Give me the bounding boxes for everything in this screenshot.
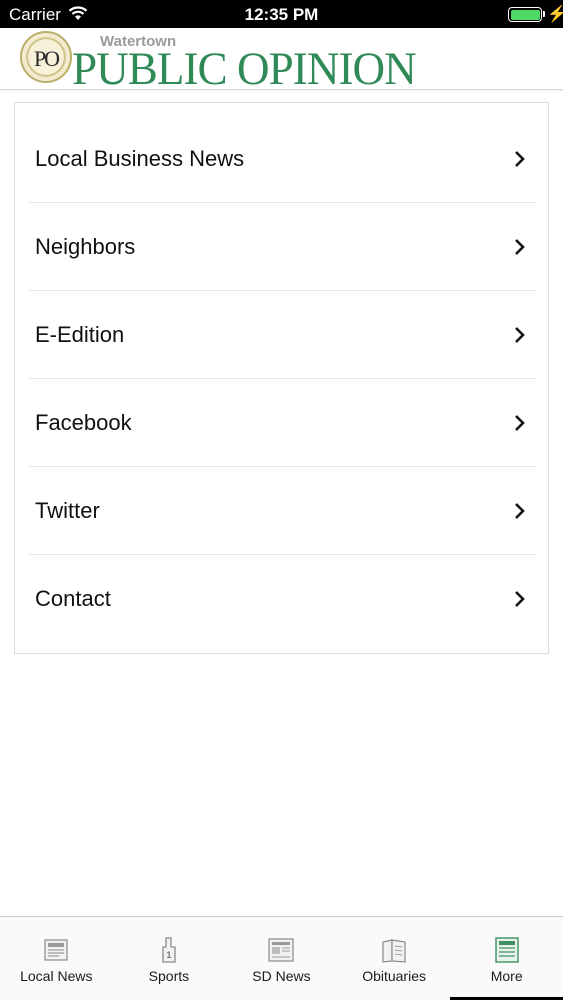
menu-item-label: E-Edition xyxy=(35,322,125,347)
menu-item-label: Facebook xyxy=(35,410,132,435)
chevron-right-icon xyxy=(515,503,525,519)
chevron-right-icon xyxy=(515,151,525,167)
menu-item-label: Local Business News xyxy=(35,146,245,171)
battery-icon xyxy=(508,7,542,22)
tab-bar: Local News 1 Sports SD News Obituaries M… xyxy=(0,916,563,1000)
tab-label: Local News xyxy=(20,968,93,984)
more-menu-list: Local Business News Neighbors E-Edition … xyxy=(14,102,549,654)
tab-obituaries[interactable]: Obituaries xyxy=(338,917,451,1000)
menu-item-e-edition[interactable]: E-Edition xyxy=(29,291,535,379)
menu-item-contact[interactable]: Contact xyxy=(29,555,535,643)
menu-item-neighbors[interactable]: Neighbors xyxy=(29,203,535,291)
svg-text:1: 1 xyxy=(166,950,171,960)
app-header: PO Watertown PUBLIC OPINION xyxy=(0,28,563,95)
tab-label: Sports xyxy=(148,968,190,984)
chevron-right-icon xyxy=(515,591,525,607)
menu-item-label: Neighbors xyxy=(35,234,136,259)
tab-label: SD News xyxy=(252,968,311,984)
clock: 12:35 PM xyxy=(244,5,319,24)
chevron-right-icon xyxy=(515,415,525,431)
menu-item-twitter[interactable]: Twitter xyxy=(29,467,535,555)
menu-item-label: Contact xyxy=(35,586,111,611)
menu-item-local-business-news[interactable]: Local Business News xyxy=(29,115,535,203)
menu-item-facebook[interactable]: Facebook xyxy=(29,379,535,467)
tab-label: More xyxy=(490,968,523,984)
logo-title: PUBLIC OPINION xyxy=(72,43,417,95)
battery-tip xyxy=(543,11,545,17)
local-news-icon xyxy=(44,939,68,961)
logo-seal: PO xyxy=(20,31,72,83)
logo-seal-monogram: PO xyxy=(33,46,60,71)
tab-label: Obituaries xyxy=(362,968,426,984)
tab-local-news[interactable]: Local News xyxy=(0,917,113,1000)
tab-more[interactable]: More xyxy=(450,917,563,1000)
menu-item-label: Twitter xyxy=(35,498,100,523)
more-icon xyxy=(494,937,519,963)
tab-sd-news[interactable]: SD News xyxy=(225,917,338,1000)
newspaper-icon xyxy=(268,938,295,962)
status-bar: Carrier 12:35 PM ⚡ xyxy=(0,0,563,28)
chevron-right-icon xyxy=(515,327,525,343)
chevron-right-icon xyxy=(515,239,525,255)
obituaries-icon xyxy=(382,939,406,963)
tab-sports[interactable]: 1 Sports xyxy=(113,917,226,1000)
charging-bolt-icon: ⚡ xyxy=(547,6,563,23)
foam-finger-icon: 1 xyxy=(162,937,176,963)
